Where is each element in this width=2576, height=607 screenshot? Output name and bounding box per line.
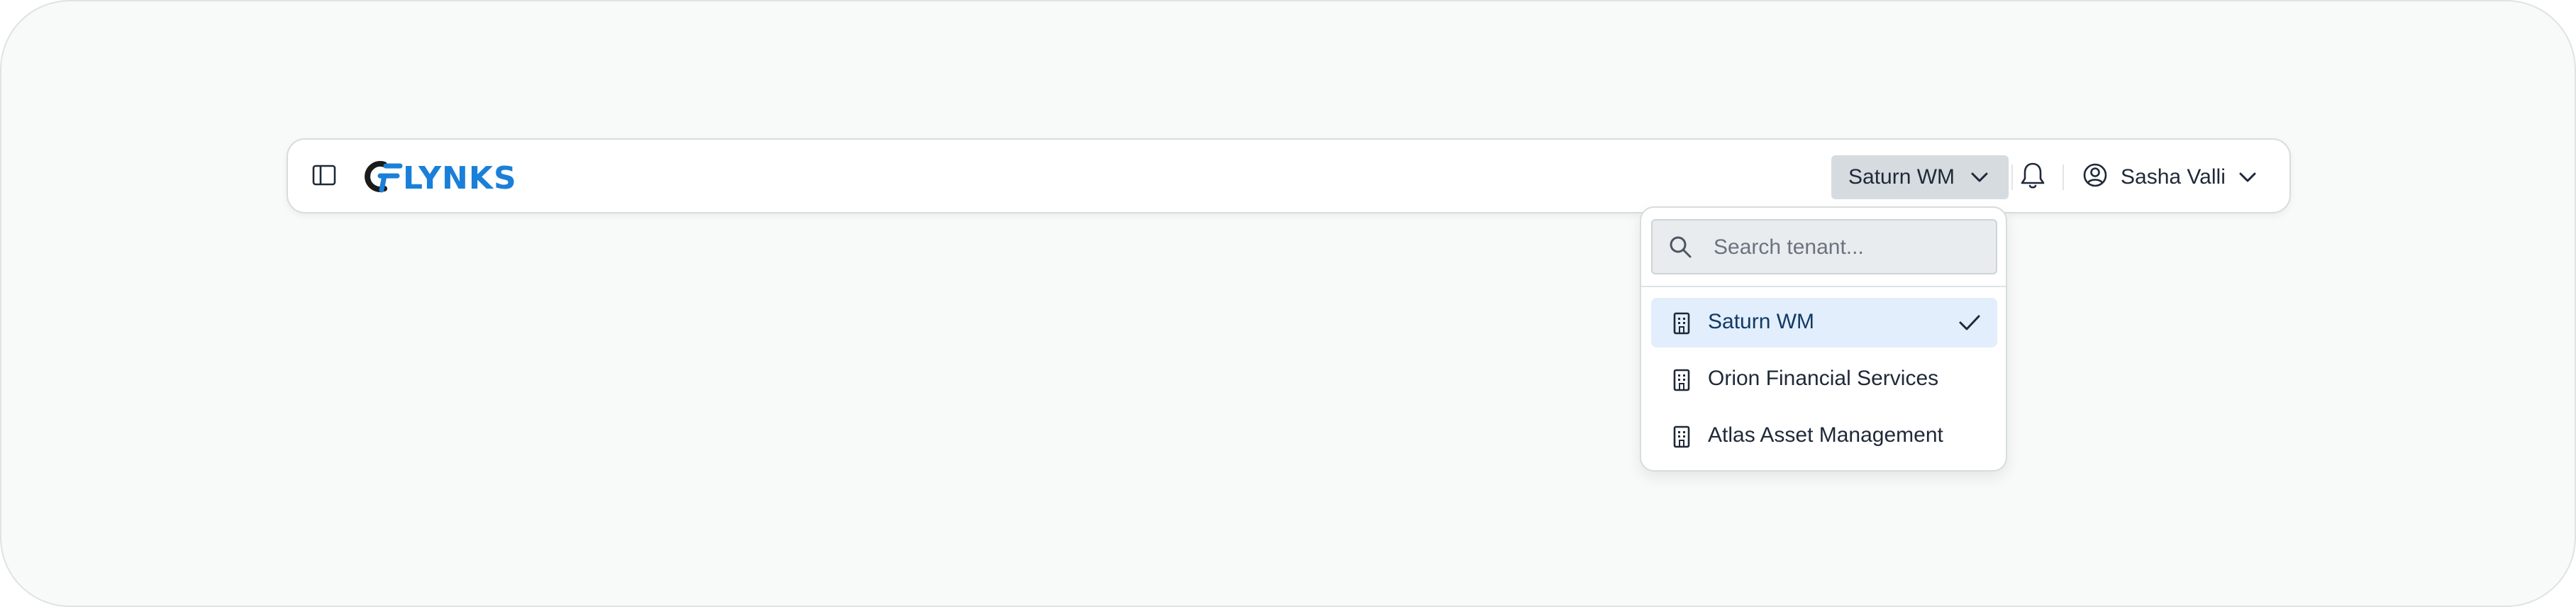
chevron-down-icon <box>2239 172 2256 182</box>
tenant-search-input[interactable] <box>1712 230 1984 264</box>
tenant-selector-label: Saturn WM <box>1848 165 1955 189</box>
user-circle-icon <box>2083 163 2107 187</box>
search-icon <box>1670 236 1692 258</box>
logo-text: LYNKS <box>403 160 517 196</box>
app-frame: LYNKS Saturn WM Sasha Valli Search tenan… <box>0 0 2576 607</box>
tenant-option-orion-financial-services[interactable]: Orion Financial Services <box>1651 355 1997 404</box>
bell-icon[interactable] <box>2020 161 2045 194</box>
user-name: Sasha Valli <box>2121 165 2226 189</box>
brand-logo[interactable]: LYNKS <box>363 159 516 196</box>
logo-mark-icon <box>365 161 403 193</box>
tenant-option-saturn-wm[interactable]: Saturn WM <box>1651 298 1997 347</box>
divider <box>1641 286 2006 287</box>
tenant-option-label: Atlas Asset Management <box>1708 423 1943 447</box>
tenant-search-field[interactable] <box>1651 219 1997 274</box>
tenant-option-atlas-asset-management[interactable]: Atlas Asset Management <box>1651 411 1997 461</box>
building-icon <box>1673 425 1690 448</box>
tenant-option-label: Saturn WM <box>1708 310 1815 333</box>
divider <box>2063 165 2064 190</box>
tenant-dropdown-menu: Saturn WM Orion Financial Services Atlas… <box>1640 206 2007 472</box>
chevron-down-icon <box>1971 172 1988 182</box>
building-icon <box>1673 312 1690 335</box>
sidebar-panel-icon[interactable] <box>312 165 336 186</box>
building-icon <box>1673 369 1690 391</box>
top-navigation-bar: LYNKS Saturn WM Sasha Valli <box>287 138 2291 213</box>
tenant-option-label: Orion Financial Services <box>1708 367 1939 390</box>
tenant-selector-button[interactable]: Saturn WM <box>1831 155 2009 199</box>
divider <box>2011 165 2013 190</box>
checkmark-icon <box>1959 315 1980 330</box>
